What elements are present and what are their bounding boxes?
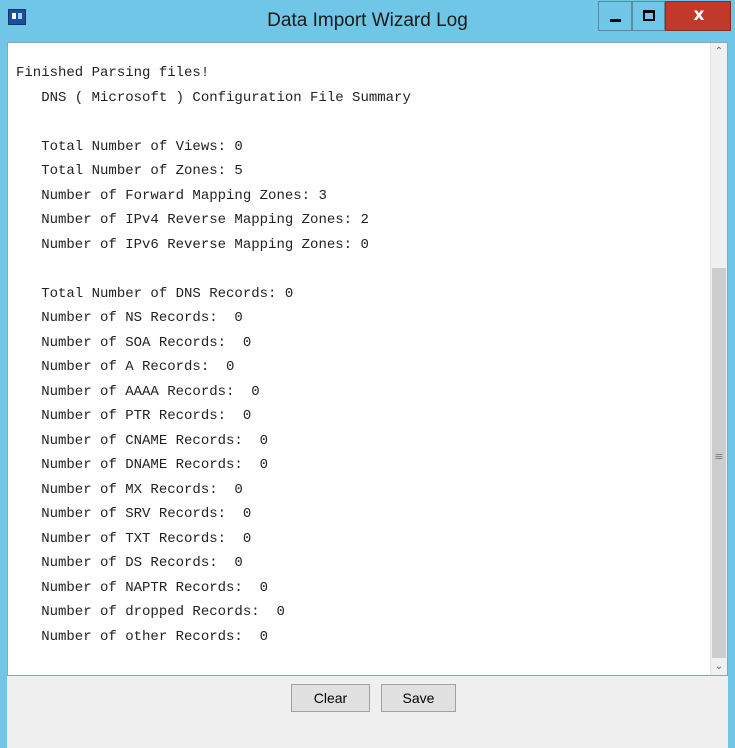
log-panel: Finished Parsing files! DNS ( Microsoft … <box>7 42 728 676</box>
save-button[interactable]: Save <box>381 684 456 712</box>
maximize-button[interactable] <box>632 1 665 31</box>
close-button[interactable]: x <box>665 1 731 31</box>
title-bar[interactable]: Data Import Wizard Log x <box>0 0 735 42</box>
chevron-down-icon[interactable]: ⌄ <box>711 658 727 675</box>
scrollbar-thumb[interactable]: ≡ <box>712 268 726 658</box>
log-line: Number of MX Records: 0 <box>16 481 243 498</box>
log-line: Finished Parsing files! <box>16 65 210 81</box>
log-line: Number of DNAME Records: 0 <box>16 457 269 473</box>
log-line: DNS ( Microsoft ) Configuration File Sum… <box>16 89 411 106</box>
button-bar: Clear Save <box>7 676 728 748</box>
log-line: Number of DS Records: 0 <box>16 555 243 571</box>
close-icon: x <box>693 5 705 25</box>
log-line: Number of NAPTR Records: 0 <box>16 579 269 596</box>
log-line: Total Number of DNS Records: 0 <box>16 285 294 302</box>
grip-icon: ≡ <box>714 450 724 463</box>
log-line: Total Number of Views: 0 <box>16 138 243 155</box>
log-window: Data Import Wizard Log x Finished Parsin… <box>0 0 735 748</box>
log-line: Number of IPv6 Reverse Mapping Zones: 0 <box>16 236 369 253</box>
log-line: Number of TXT Records: 0 <box>16 530 252 547</box>
log-line: Number of dropped Records: 0 <box>16 604 285 620</box>
log-line: Number of SOA Records: 0 <box>16 334 252 351</box>
clear-button[interactable]: Clear <box>291 684 370 712</box>
log-line: Number of A Records: 0 <box>16 359 235 375</box>
chevron-up-icon[interactable]: ⌃ <box>711 43 727 60</box>
log-line: Number of AAAA Records: 0 <box>16 383 260 400</box>
log-line: Number of Forward Mapping Zones: 3 <box>16 187 327 204</box>
log-line: Number of CNAME Records: 0 <box>16 432 269 449</box>
log-line: Number of NS Records: 0 <box>16 310 243 326</box>
log-text-area[interactable]: Finished Parsing files! DNS ( Microsoft … <box>8 43 712 675</box>
log-line: Number of other Records: 0 <box>16 628 269 645</box>
minimize-button[interactable] <box>598 1 632 31</box>
log-line: Total Number of Zones: 5 <box>16 163 243 179</box>
log-line: Number of IPv4 Reverse Mapping Zones: 2 <box>16 212 369 228</box>
vertical-scrollbar[interactable]: ⌃ ≡ ⌄ <box>710 43 727 675</box>
log-line: Number of SRV Records: 0 <box>16 506 252 522</box>
minimize-icon <box>610 19 621 22</box>
log-line: Number of PTR Records: 0 <box>16 408 252 424</box>
maximize-icon <box>643 10 655 21</box>
